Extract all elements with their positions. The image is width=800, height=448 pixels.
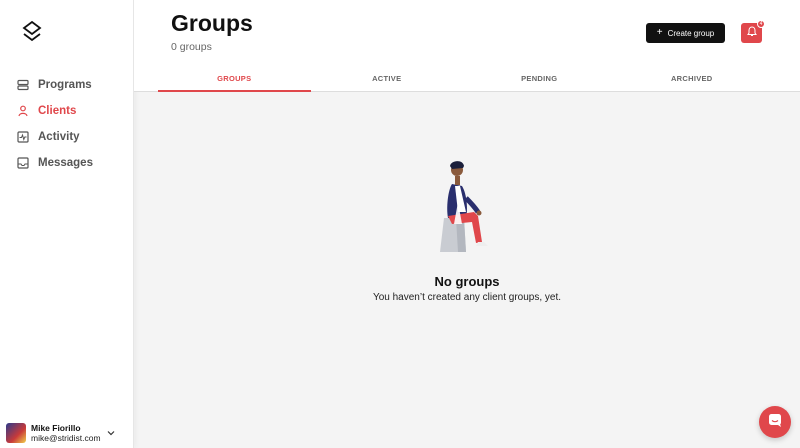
sidebar-item-messages[interactable]: Messages — [0, 150, 134, 176]
chevron-down-icon[interactable] — [107, 429, 115, 437]
main-content: Groups 0 groups + Create group 4 GROUPS … — [134, 0, 800, 448]
notifications-button[interactable]: 4 — [741, 20, 765, 43]
bell-icon — [746, 24, 757, 42]
groups-count: 0 groups — [171, 41, 212, 53]
notification-badge: 4 — [757, 20, 765, 28]
empty-state: No groups You haven’t created any client… — [134, 150, 800, 303]
user-info: Mike Fiorillo mike@stridist.com — [31, 423, 101, 443]
page-title: Groups — [171, 10, 253, 36]
sitting-person-illustration — [440, 161, 488, 252]
empty-state-text: You haven’t created any client groups, y… — [372, 292, 562, 303]
chat-launcher-button[interactable] — [759, 406, 791, 438]
sidebar-item-label: Programs — [38, 79, 92, 91]
sidebar-item-activity[interactable]: Activity — [0, 124, 134, 150]
sidebar-item-label: Clients — [38, 105, 77, 117]
messages-icon — [17, 157, 29, 169]
sidebar-item-label: Messages — [38, 157, 93, 169]
user-name: Mike Fiorillo — [31, 423, 81, 433]
tab-groups[interactable]: GROUPS — [158, 68, 311, 92]
activity-icon — [17, 131, 29, 143]
page-header: Groups 0 groups + Create group 4 GROUPS … — [134, 0, 800, 92]
user-menu[interactable]: Mike Fiorillo mike@stridist.com — [0, 418, 134, 448]
logo-icon[interactable] — [20, 20, 44, 44]
tabs: GROUPS ACTIVE PENDING ARCHIVED — [158, 68, 768, 92]
sidebar-item-clients[interactable]: Clients — [0, 98, 134, 124]
chat-icon — [767, 412, 783, 433]
sidebar-nav: Programs Clients Activity Messages — [0, 72, 134, 176]
tab-active[interactable]: ACTIVE — [311, 68, 464, 92]
create-group-label: Create group — [667, 28, 715, 38]
plus-icon: + — [656, 27, 663, 38]
create-group-button[interactable]: + Create group — [646, 23, 725, 43]
tab-pending[interactable]: PENDING — [463, 68, 616, 92]
user-email: mike@stridist.com — [31, 433, 101, 443]
programs-icon — [17, 79, 29, 91]
tab-archived[interactable]: ARCHIVED — [616, 68, 769, 92]
avatar — [6, 423, 26, 443]
sidebar-item-label: Activity — [38, 131, 80, 143]
clients-icon — [17, 105, 29, 117]
sidebar-item-programs[interactable]: Programs — [0, 72, 134, 98]
empty-state-title: No groups — [434, 274, 500, 289]
sidebar: Programs Clients Activity Messages Mike … — [0, 0, 134, 448]
